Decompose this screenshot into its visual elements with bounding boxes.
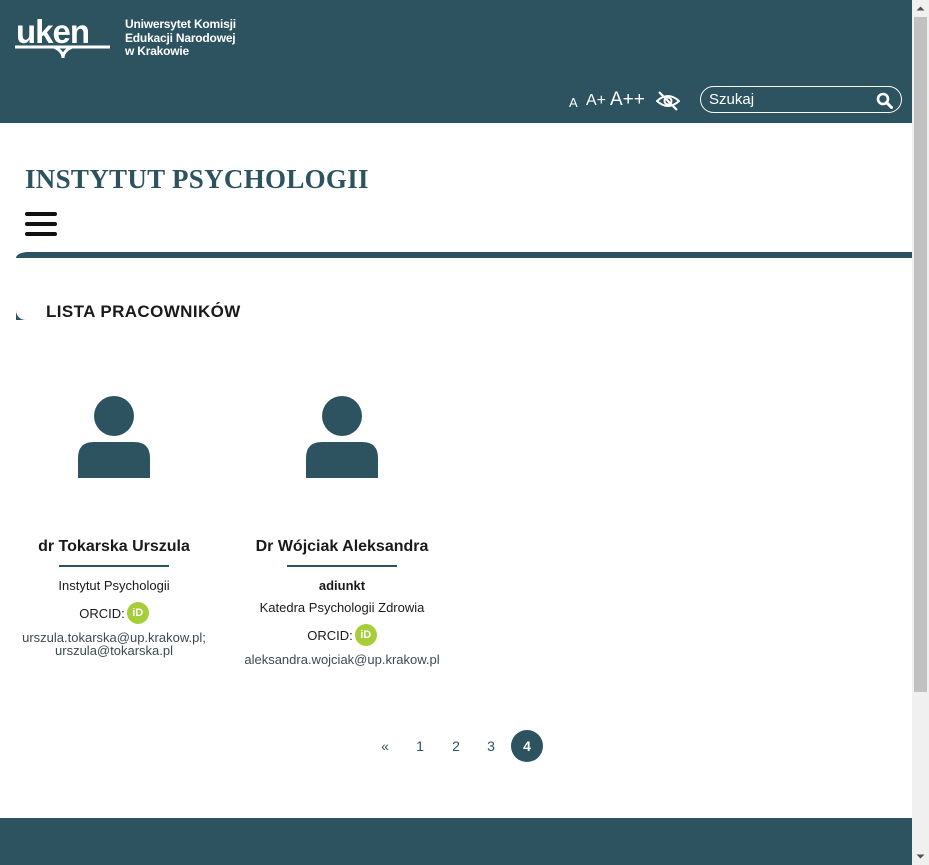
logo-text-line-1: Uniwersytet Komisji [125, 17, 236, 31]
eye-slash-icon[interactable] [656, 91, 680, 111]
scroll-up-arrow-icon[interactable] [912, 0, 929, 17]
person-avatar-icon [78, 396, 150, 478]
pagination-page-1[interactable]: 1 [404, 730, 436, 762]
staff-unit: Katedra Psychologii Zdrowia [259, 600, 425, 615]
logo-text-line-3: w Krakowie [125, 44, 190, 58]
pagination-prev-button[interactable]: « [369, 730, 401, 762]
hamburger-bar [25, 222, 57, 226]
scroll-down-arrow-icon[interactable] [912, 848, 929, 865]
pagination-page-4-current[interactable]: 4 [511, 730, 543, 762]
orcid-icon[interactable]: iD [126, 602, 149, 624]
uken-logo-mark: uken [15, 14, 110, 59]
staff-email[interactable]: aleksandra.wojciak@up.krakow.pl [228, 653, 456, 666]
section-bullet-icon [16, 301, 35, 320]
accessibility-tools: A A+ A++ [552, 86, 912, 114]
pagination-page-2[interactable]: 2 [440, 730, 472, 762]
hamburger-bar [25, 232, 57, 236]
staff-name-underline [287, 565, 397, 567]
logo-text-line-2: Edukacji Narodowej [125, 30, 236, 45]
staff-email[interactable]: urszula.tokarska@up.krakow.pl; urszula@t… [0, 631, 228, 657]
orcid-label: ORCID: [307, 627, 353, 643]
page: uken Uniwersytet Komisji Edukacji Narodo… [0, 0, 929, 865]
pagination: « 1 2 3 4 [369, 730, 549, 763]
pagination-page-3[interactable]: 3 [475, 730, 507, 762]
staff-card: dr Tokarska Urszula Instytut Psychologii… [0, 396, 228, 657]
staff-name[interactable]: Dr Wójciak Aleksandra [228, 538, 456, 556]
staff-orcid: ORCID: iD [228, 623, 456, 647]
university-logo[interactable]: uken Uniwersytet Komisji Edukacji Narodo… [14, 14, 244, 64]
staff-email-line[interactable]: aleksandra.wojciak@up.krakow.pl [228, 653, 456, 666]
vertical-scrollbar[interactable] [912, 0, 929, 865]
search-box [700, 86, 902, 113]
font-size-medium-button[interactable]: A+ [586, 92, 606, 110]
staff-position: adiunkt [318, 578, 366, 593]
footer [0, 818, 912, 865]
main-column: uken Uniwersytet Komisji Edukacji Narodo… [0, 0, 912, 865]
institute-title[interactable]: INSTYTUT PSYCHOLOGII [25, 164, 369, 195]
staff-orcid: ORCID: iD [0, 601, 228, 625]
staff-card: Dr Wójciak Aleksandra adiunkt Katedra Ps… [228, 396, 456, 666]
search-input[interactable] [709, 89, 869, 110]
menu-toggle-button[interactable] [25, 212, 57, 240]
staff-name-underline [59, 565, 169, 567]
staff-unit: Instytut Psychologii [58, 578, 170, 593]
person-avatar-icon [306, 396, 378, 478]
orcid-label: ORCID: [79, 605, 125, 621]
orcid-icon[interactable]: iD [354, 624, 377, 646]
font-size-normal-button[interactable]: A [569, 95, 578, 110]
search-icon[interactable] [876, 92, 893, 109]
staff-name[interactable]: dr Tokarska Urszula [0, 538, 228, 556]
section-title: LISTA PRACOWNIKÓW [46, 302, 241, 321]
font-size-large-button[interactable]: A++ [610, 89, 645, 111]
logo-mark-text: uken [16, 14, 89, 50]
header-divider [16, 252, 912, 258]
scrollbar-thumb[interactable] [914, 17, 927, 692]
top-bar: uken Uniwersytet Komisji Edukacji Narodo… [0, 0, 912, 123]
hamburger-bar [25, 212, 57, 216]
logo-text: Uniwersytet Komisji Edukacji Narodowej w… [125, 17, 236, 59]
staff-email-line[interactable]: urszula@tokarska.pl [0, 644, 228, 657]
